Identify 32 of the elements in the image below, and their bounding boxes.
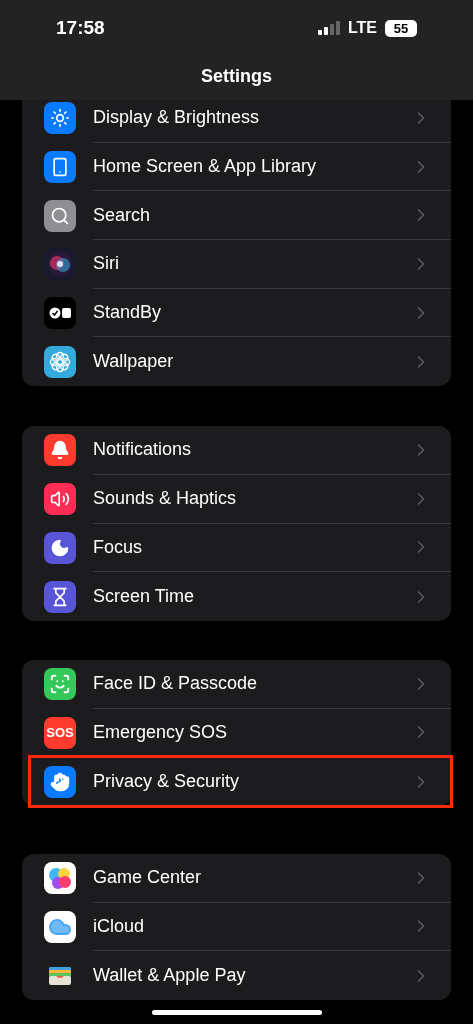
moon-icon	[50, 537, 70, 558]
phone-icon	[50, 157, 70, 178]
settings-item[interactable]: Privacy & Security	[93, 768, 240, 796]
battery-indicator: 55	[385, 19, 417, 37]
settings-item[interactable]: Face ID & Passcode	[93, 670, 258, 698]
settings-item[interactable]: iCloud	[93, 912, 145, 940]
settings-item[interactable]: Screen Time	[93, 583, 195, 611]
settings-item[interactable]: Focus	[93, 533, 143, 561]
page-title: Settings	[201, 64, 272, 88]
status-time: 17:58	[56, 15, 105, 40]
settings-item[interactable]: Wallet & Apple Pay	[93, 962, 246, 990]
clock-and-card-icon	[49, 306, 71, 321]
wallet-icon	[48, 965, 72, 986]
settings-item[interactable]: Search	[93, 201, 151, 229]
settings-item[interactable]: Display & Brightness	[93, 104, 260, 132]
sun-icon	[50, 108, 70, 129]
network-label: LTE	[347, 18, 377, 38]
signal-icon	[317, 21, 342, 35]
settings-item[interactable]: Wallpaper	[93, 348, 174, 376]
hourglass-icon	[50, 586, 70, 607]
settings-item[interactable]: Siri	[93, 250, 119, 278]
settings-item[interactable]: Notifications	[93, 436, 192, 464]
settings-item[interactable]: StandBy	[93, 299, 162, 327]
settings-item[interactable]: Game Center	[93, 864, 202, 892]
hand-icon	[50, 771, 70, 792]
sos-icon: SOS	[46, 726, 74, 740]
settings-item[interactable]: Home Screen & App Library	[93, 153, 317, 181]
settings-item[interactable]: Sounds & Haptics	[93, 485, 237, 513]
speaker-icon	[50, 489, 70, 510]
bell-icon	[50, 440, 70, 461]
settings-item[interactable]: Emergency SOS	[93, 718, 228, 746]
search-icon	[50, 205, 70, 226]
